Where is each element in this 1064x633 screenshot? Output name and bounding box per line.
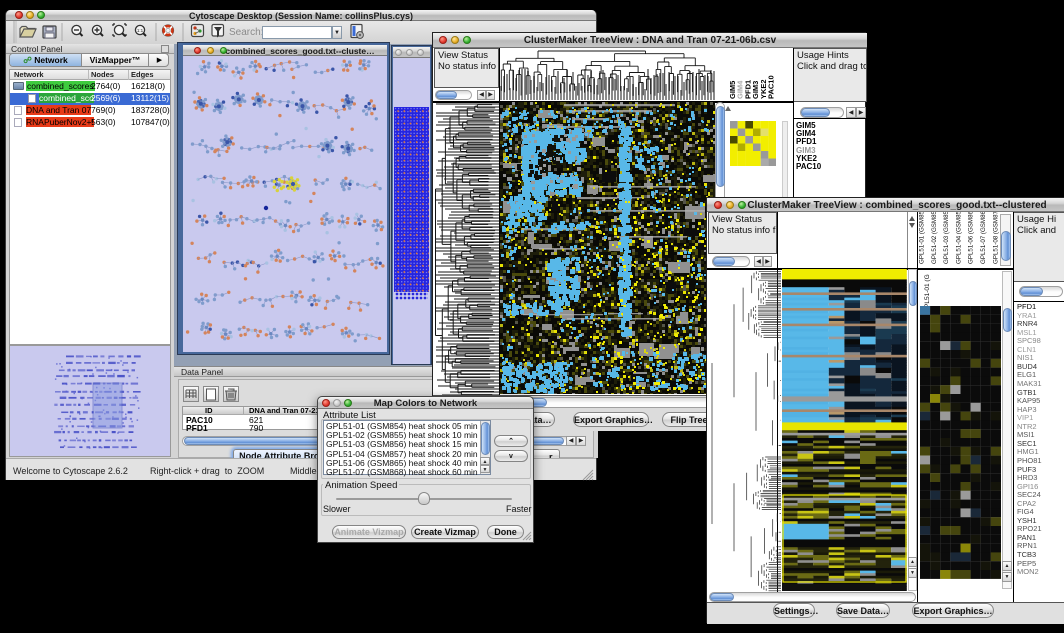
- svg-text:GPL51-04 (GSM857): GPL51-04 (GSM857): [955, 212, 962, 264]
- svg-text:PAC10: PAC10: [767, 75, 776, 99]
- svg-text:GPL51-07 (GSM868): GPL51-07 (GSM868): [980, 212, 987, 264]
- svg-text:GPL51-03 (GSM856): GPL51-03 (GSM856): [943, 212, 950, 264]
- svg-text:GPL51-02 (GSM855): GPL51-02 (GSM855): [931, 212, 938, 264]
- svg-text:1:1: 1:1: [137, 28, 144, 33]
- svg-text:GPL51-01 (GSM854): GPL51-01 (GSM854): [919, 212, 926, 264]
- svg-text:GPL51-06 (GSM865): GPL51-06 (GSM865): [968, 212, 975, 264]
- svg-text:GPL51-08 (GSM872): GPL51-08 (GSM872): [992, 212, 999, 264]
